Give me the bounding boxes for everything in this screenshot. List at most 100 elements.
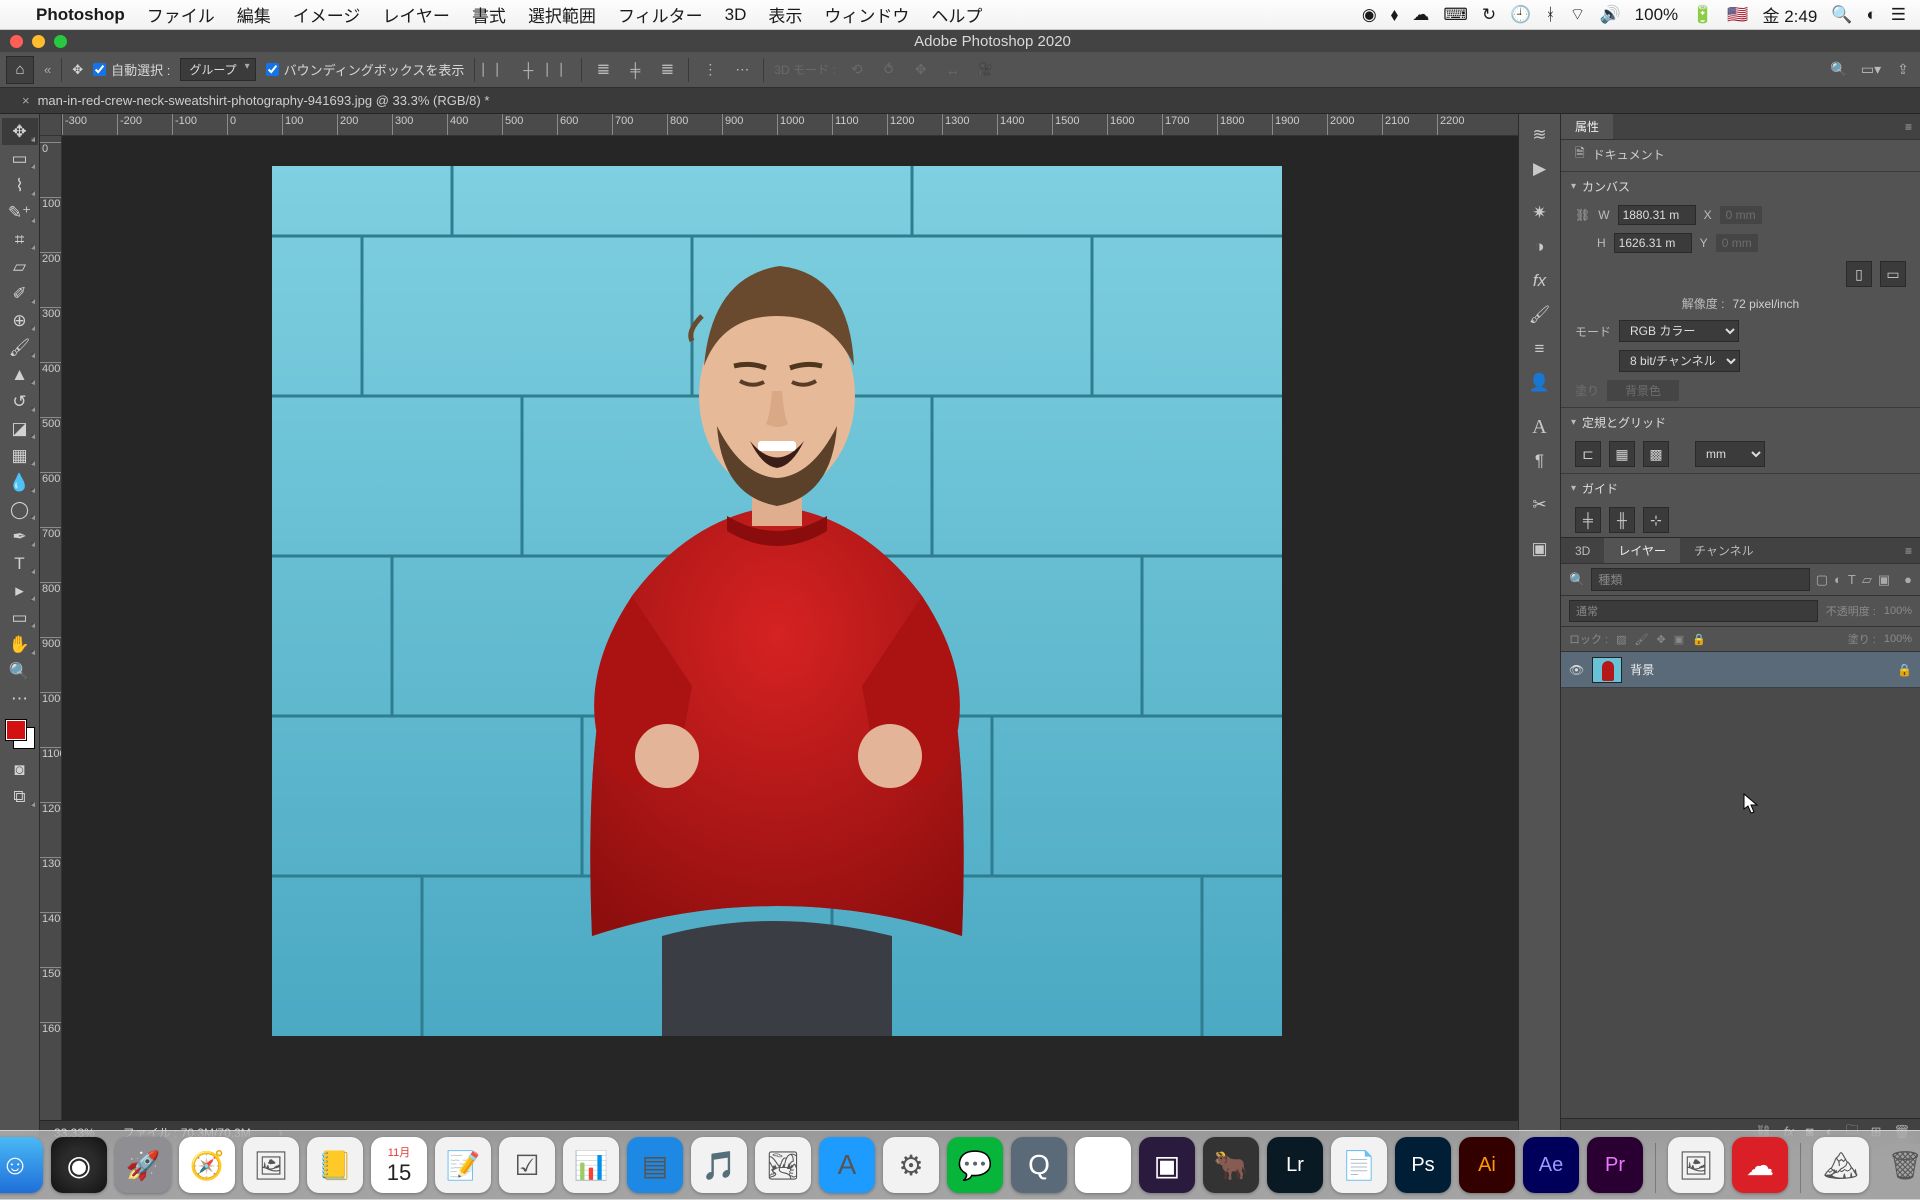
marquee-tool[interactable]: ▭ bbox=[2, 145, 38, 172]
quickmask-tool[interactable]: ◙ bbox=[2, 756, 38, 783]
filter-toggle-icon[interactable]: ● bbox=[1904, 572, 1912, 587]
dock-photos[interactable]: 🏞 bbox=[755, 1137, 811, 1193]
layer-thumbnail[interactable] bbox=[1592, 657, 1622, 683]
zoom-tool[interactable]: 🔍 bbox=[2, 658, 38, 685]
dock-lightroom[interactable]: Lr bbox=[1267, 1137, 1323, 1193]
panel-paragraph-icon[interactable]: ¶ bbox=[1522, 444, 1558, 478]
menu-filter[interactable]: フィルター bbox=[618, 2, 703, 27]
dock-trash[interactable]: 🗑 bbox=[1877, 1137, 1920, 1193]
menu-window[interactable]: ウィンドウ bbox=[824, 2, 909, 27]
dock-imagecapture[interactable]: 🖼 bbox=[1668, 1137, 1724, 1193]
dock-app2[interactable]: 🐂 bbox=[1203, 1137, 1259, 1193]
shape-tool[interactable]: ▭ bbox=[2, 604, 38, 631]
auto-select-mode-select[interactable]: グループ bbox=[180, 58, 255, 81]
lock-artboard-icon[interactable]: ▣ bbox=[1674, 633, 1684, 646]
dock-preview[interactable]: 🖼 bbox=[243, 1137, 299, 1193]
panel-libraries-icon[interactable]: ▣ bbox=[1522, 532, 1558, 566]
panel-styles-icon[interactable]: fx bbox=[1522, 264, 1558, 298]
dock-contacts[interactable]: 📒 bbox=[307, 1137, 363, 1193]
lock-all-icon[interactable]: 🔒 bbox=[1692, 633, 1706, 646]
dock-launchpad[interactable]: 🚀 bbox=[115, 1137, 171, 1193]
dodge-tool[interactable]: ◯ bbox=[2, 496, 38, 523]
app-name[interactable]: Photoshop bbox=[36, 5, 125, 25]
dock-aftereffects[interactable]: Ae bbox=[1523, 1137, 1579, 1193]
dock-photoshop[interactable]: Ps bbox=[1395, 1137, 1451, 1193]
layers-panel-menu-icon[interactable]: ≡ bbox=[1897, 544, 1920, 558]
fill-opacity-value[interactable]: 100% bbox=[1884, 633, 1912, 645]
dock-screenshots[interactable]: 🏔 bbox=[1813, 1137, 1869, 1193]
panel-brush-icon[interactable]: 🖌 bbox=[1522, 298, 1558, 332]
layer-row[interactable]: 👁 背景 🔒 bbox=[1561, 652, 1920, 688]
horizontal-ruler[interactable]: -300-200-1000100200300400500600700800900… bbox=[62, 114, 1518, 136]
guide-btn1[interactable]: ╪ bbox=[1575, 507, 1601, 533]
layer-filter-select[interactable]: 種類 bbox=[1591, 568, 1810, 591]
dock-music[interactable]: 🎵 bbox=[691, 1137, 747, 1193]
layer-lock-icon[interactable]: 🔒 bbox=[1897, 663, 1912, 677]
properties-tab[interactable]: 属性 bbox=[1561, 114, 1613, 139]
dock-illustrator[interactable]: Ai bbox=[1459, 1137, 1515, 1193]
dock-premiere[interactable]: Pr bbox=[1587, 1137, 1643, 1193]
guide-section-header[interactable]: ▾ ガイド bbox=[1561, 474, 1920, 503]
status-record-icon[interactable]: ◉ bbox=[1362, 5, 1377, 25]
guide-btn3[interactable]: ⊹ bbox=[1643, 507, 1669, 533]
opacity-value[interactable]: 100% bbox=[1884, 605, 1912, 617]
color-mode-select[interactable]: RGB カラー bbox=[1619, 320, 1739, 342]
dock-notes[interactable]: 📝 bbox=[435, 1137, 491, 1193]
blur-tool[interactable]: 💧 bbox=[2, 469, 38, 496]
lasso-tool[interactable]: ⌇ bbox=[2, 172, 38, 199]
panel-history-icon[interactable]: ≋ bbox=[1522, 118, 1558, 152]
dock-finder[interactable]: ☺ bbox=[0, 1137, 43, 1193]
dock-quicktime[interactable]: Q bbox=[1011, 1137, 1067, 1193]
status-battery-pct[interactable]: 100% bbox=[1635, 5, 1678, 25]
move-tool[interactable]: ✥ bbox=[2, 118, 38, 145]
panel-color-icon[interactable]: ◑ bbox=[1522, 230, 1558, 264]
filter-shape-icon[interactable]: ▱ bbox=[1862, 572, 1872, 588]
status-timemachine-icon[interactable]: 🕘 bbox=[1510, 5, 1531, 25]
menu-help[interactable]: ヘルプ bbox=[931, 2, 982, 27]
ruler-button[interactable]: ⊏ bbox=[1575, 441, 1601, 467]
hand-tool[interactable]: ✋ bbox=[2, 631, 38, 658]
clone-tool[interactable]: ▲ bbox=[2, 361, 38, 388]
canvas-width-input[interactable] bbox=[1618, 205, 1696, 225]
dock-chrome[interactable]: ◴ bbox=[1075, 1137, 1131, 1193]
panel-light-icon[interactable]: ✷ bbox=[1522, 196, 1558, 230]
align-bottom-icon[interactable]: 𝌆 bbox=[656, 59, 678, 81]
menu-image[interactable]: イメージ bbox=[293, 2, 361, 27]
dock-keynote[interactable]: ▤ bbox=[627, 1137, 683, 1193]
eraser-tool[interactable]: ◪ bbox=[2, 415, 38, 442]
dock-safari[interactable]: 🧭 bbox=[179, 1137, 235, 1193]
frame-tool[interactable]: ▱ bbox=[2, 253, 38, 280]
dock-app1[interactable]: ▣ bbox=[1139, 1137, 1195, 1193]
quick-select-tool[interactable]: ✎⁺ bbox=[2, 199, 38, 226]
auto-select-checkbox[interactable]: 自動選択 : bbox=[93, 60, 170, 79]
color-swatch[interactable] bbox=[6, 720, 34, 748]
dock-line[interactable]: 💬 bbox=[947, 1137, 1003, 1193]
menu-view[interactable]: 表示 bbox=[768, 2, 802, 27]
eyedropper-tool[interactable]: ✐ bbox=[2, 280, 38, 307]
lock-transparent-icon[interactable]: ▨ bbox=[1616, 633, 1626, 646]
home-button[interactable]: ⌂ bbox=[6, 56, 34, 84]
menu-edit[interactable]: 編集 bbox=[237, 2, 271, 27]
gradient-tool[interactable]: ▦ bbox=[2, 442, 38, 469]
dock-appstore[interactable]: A bbox=[819, 1137, 875, 1193]
orientation-landscape-button[interactable]: ▭ bbox=[1880, 261, 1906, 287]
edit-toolbar[interactable]: ⋯ bbox=[2, 685, 38, 712]
status-notification-icon[interactable]: ☰ bbox=[1891, 5, 1906, 25]
align-left-icon[interactable]: ⎸⎸ bbox=[485, 59, 507, 81]
workspace-icon[interactable]: ▭▾ bbox=[1860, 59, 1882, 81]
dock-creativecloud[interactable]: ☁ bbox=[1732, 1137, 1788, 1193]
menu-file[interactable]: ファイル bbox=[147, 2, 215, 27]
status-spotlight-icon[interactable]: 🔍 bbox=[1831, 5, 1852, 25]
show-transform-controls-checkbox[interactable]: バウンディングボックスを表示 bbox=[266, 60, 465, 79]
window-minimize-button[interactable] bbox=[32, 35, 45, 48]
status-siri-icon[interactable]: ◐ bbox=[1866, 5, 1876, 25]
orientation-portrait-button[interactable]: ▯ bbox=[1846, 261, 1872, 287]
dock-settings[interactable]: ⚙ bbox=[883, 1137, 939, 1193]
panel-char2-icon[interactable]: A bbox=[1522, 410, 1558, 444]
dock-calendar[interactable]: 11月15 bbox=[371, 1137, 427, 1193]
status-backup-icon[interactable]: ↻ bbox=[1482, 5, 1496, 25]
menu-type[interactable]: 書式 bbox=[472, 2, 506, 27]
path-select-tool[interactable]: ▸ bbox=[2, 577, 38, 604]
status-ime-icon[interactable]: ⌨ bbox=[1443, 5, 1468, 25]
blend-mode-select[interactable]: 通常 bbox=[1569, 600, 1818, 622]
